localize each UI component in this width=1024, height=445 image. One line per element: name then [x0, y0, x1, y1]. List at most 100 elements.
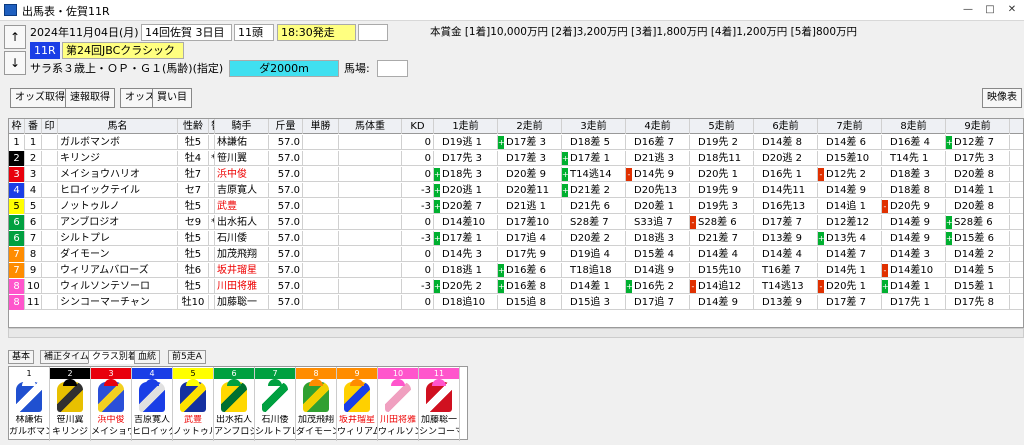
table-row[interactable]: 66アンブロジオセ9*出水拓人57.00D14差10D17差10S28差 7S3… — [9, 215, 1023, 230]
past-run-text: D21差 7 — [698, 233, 738, 244]
silk-jockey-name: 林謙佑 — [15, 415, 43, 425]
up-marker-icon: + — [818, 232, 825, 245]
silk-jockey-name: 笹川翼 — [56, 415, 84, 425]
window-title: 出馬表・佐賀11R — [22, 5, 110, 18]
past-run-6: T14逃13 — [754, 279, 818, 294]
baba-label: 馬場: — [344, 62, 370, 75]
past-run-2: D17差 3 + — [498, 135, 562, 150]
silk-card[interactable]: 4 吉原寛人ヒロイックテイル — [132, 367, 173, 441]
video-button[interactable]: 映像表 — [982, 88, 1022, 108]
past-run-text: D15追 3 — [570, 297, 610, 308]
past-run-text: D17追 4 — [506, 233, 546, 244]
close-button[interactable]: ✕ — [1001, 0, 1023, 20]
weight-carried: 57.0 — [269, 263, 303, 278]
silk-card[interactable]: 3 浜中俊メイショウハリオ — [91, 367, 132, 441]
sex-age: 牡5 — [178, 279, 209, 294]
jockey-silks-icon — [262, 382, 288, 412]
minimize-button[interactable]: — — [957, 0, 979, 20]
jockey-name: 笹川翼 — [215, 151, 269, 166]
past-run-7: D20先 1- — [818, 279, 882, 294]
title-bar: 出馬表・佐賀11R — □ ✕ — [0, 0, 1024, 21]
past-run-7: D14先 1 — [818, 263, 882, 278]
win-odds — [303, 279, 339, 294]
jockey-silks-icon — [57, 382, 83, 412]
silk-card[interactable]: 11 加藤聡一シンコーマーチャン — [419, 367, 460, 441]
table-row[interactable]: 7 8 ダイモーン 牡5 加茂飛翔 57.0 0 D14先 3 D17先 9 D19追 4 D15差… — [9, 247, 1023, 262]
past-run-2: D17先 9 — [498, 247, 562, 262]
tab-5[interactable]: 前5走A — [168, 350, 206, 364]
tab-3[interactable]: クラス別着 — [88, 350, 141, 364]
past-run-5: D21差 7 — [690, 231, 754, 246]
down-marker-icon: - — [626, 168, 632, 181]
past-run-text: D14差 9 — [890, 233, 930, 244]
next-race-down-icon[interactable]: ↓ — [4, 51, 26, 75]
up-marker-icon: + — [434, 184, 441, 197]
maximize-button[interactable]: □ — [979, 0, 1001, 20]
silk-jockey-name: 石川倭 — [261, 415, 289, 425]
horse-name: シルトプレ — [58, 231, 178, 246]
past-run-4: D21逃 3 — [626, 151, 690, 166]
sex-age: 牡6 — [178, 263, 209, 278]
column-header: 馬名 — [58, 119, 178, 134]
silk-card[interactable]: 7 石川倭シルトプレ — [255, 367, 296, 441]
jockey-silks-icon — [303, 382, 329, 412]
sex-age: 牡10 — [178, 295, 209, 310]
win-odds — [303, 215, 339, 230]
table-row[interactable]: 1 1 ガルボマンボ 牡5 林謙佑 57.0 0 D19逃 1 D17差 3 + D18差 5 D16… — [9, 135, 1023, 150]
past-run-6: D14差 4 — [754, 247, 818, 262]
silk-card[interactable]: 10 川田将雅ウィルソンテソーロ — [378, 367, 419, 441]
past-run-text: D14差 4 — [762, 249, 802, 260]
past-run-text: D16先 2 — [634, 281, 674, 292]
column-header: 性齢 — [178, 119, 209, 134]
past-run-text: D21先 6 — [570, 201, 610, 212]
past-run-5: D19先 3 — [690, 199, 754, 214]
past-run-text: T14逃13 — [762, 281, 804, 292]
tab-2[interactable]: 補正タイム — [40, 350, 93, 364]
kaime-button[interactable]: 買い目 — [152, 88, 192, 108]
odds-fetch-button[interactable]: オッズ取得 — [10, 88, 70, 108]
past-run-4: D15差 4 — [626, 247, 690, 262]
prev-race-up-icon[interactable]: ↑ — [4, 25, 26, 49]
up-marker-icon: + — [626, 280, 633, 293]
mark-cell — [42, 183, 58, 198]
down-marker-icon: - — [690, 216, 696, 229]
silk-card[interactable]: 2 笹川翼 キリンジ — [50, 367, 91, 441]
past-run-text: D14先 3 — [442, 249, 482, 260]
table-row[interactable]: 6 7 シルトプレ 牡5 石川倭 57.0 -3 D17差 1 + D17追 4 D20差 2 D18… — [9, 231, 1023, 246]
past-run-3: D21差 2 + — [562, 183, 626, 198]
silk-jockey-name: 吉原寛人 — [133, 415, 170, 425]
table-row[interactable]: 22キリンジ牡4*笹川翼57.00D17先 3D17差 3D17差 1+D21逃… — [9, 151, 1023, 166]
table-row[interactable]: 7 9 ウィリアムバローズ 牡6 坂井瑠星 57.0 0 D18逃 1 D16差 6 + T18追1… — [9, 263, 1023, 278]
silk-card[interactable]: 9 坂井瑠星ウィリアムバローズ — [337, 367, 378, 441]
kd-value: 0 — [402, 295, 434, 310]
past-run-9: D14差 5 — [946, 263, 1010, 278]
horizontal-scrollbar[interactable] — [8, 328, 1024, 338]
silk-number: 7 — [255, 368, 295, 379]
tab-1[interactable]: 基本 — [8, 350, 35, 364]
cap-icon — [22, 379, 36, 386]
past-run-text: D15差10 — [826, 153, 870, 164]
mark-cell — [42, 199, 58, 214]
silk-card[interactable]: 6 出水拓人アンブロジオ — [214, 367, 255, 441]
silk-card[interactable]: 1 林謙佑ガルボマンボ — [9, 367, 50, 441]
race-heads: 11頭 — [234, 24, 274, 41]
table-row[interactable]: 4 4 ヒロイックテイル セ7 吉原寛人 57.0 -3 D20逃 1 + D20差11 D21差 … — [9, 183, 1023, 198]
table-row[interactable]: 8 10 ウィルソンテソーロ 牡5 川田将雅 57.0 -3 D20先 2 + D16差 8 + D1… — [9, 279, 1023, 294]
table-row[interactable]: 8 11 シンコーマーチャン 牡10 加藤聡一 57.0 0 D18追10 D15追 8 D15追… — [9, 295, 1023, 310]
past-run-7: D14差 9 — [818, 183, 882, 198]
app-icon — [4, 4, 17, 16]
table-row[interactable]: 5 5 ノットゥルノ 牡5 武豊 57.0 -3 D20差 7 + D21逃 1 D21先 6 D20… — [9, 199, 1023, 214]
past-run-text: D20差 7 — [442, 201, 482, 212]
past-run-text: D21逃 3 — [634, 153, 674, 164]
horse-weight — [339, 183, 402, 198]
sokuho-fetch-button[interactable]: 速報取得 — [65, 88, 115, 108]
silk-card[interactable]: 8 加茂飛翔ダイモーン — [296, 367, 337, 441]
table-row[interactable]: 3 3 メイショウハリオ 牡7 浜中俊 57.0 0 D18先 3 + D20差 9 T14逃14 +… — [9, 167, 1023, 182]
cap-icon — [145, 379, 159, 386]
silk-jockey-name: 出水拓人 — [215, 415, 252, 425]
tab-4[interactable]: 血統 — [134, 350, 161, 364]
weight-carried: 57.0 — [269, 231, 303, 246]
weight-carried: 57.0 — [269, 295, 303, 310]
past-run-text: D18先 3 — [442, 169, 482, 180]
silk-card[interactable]: 5 武豊ノットゥルノ — [173, 367, 214, 441]
